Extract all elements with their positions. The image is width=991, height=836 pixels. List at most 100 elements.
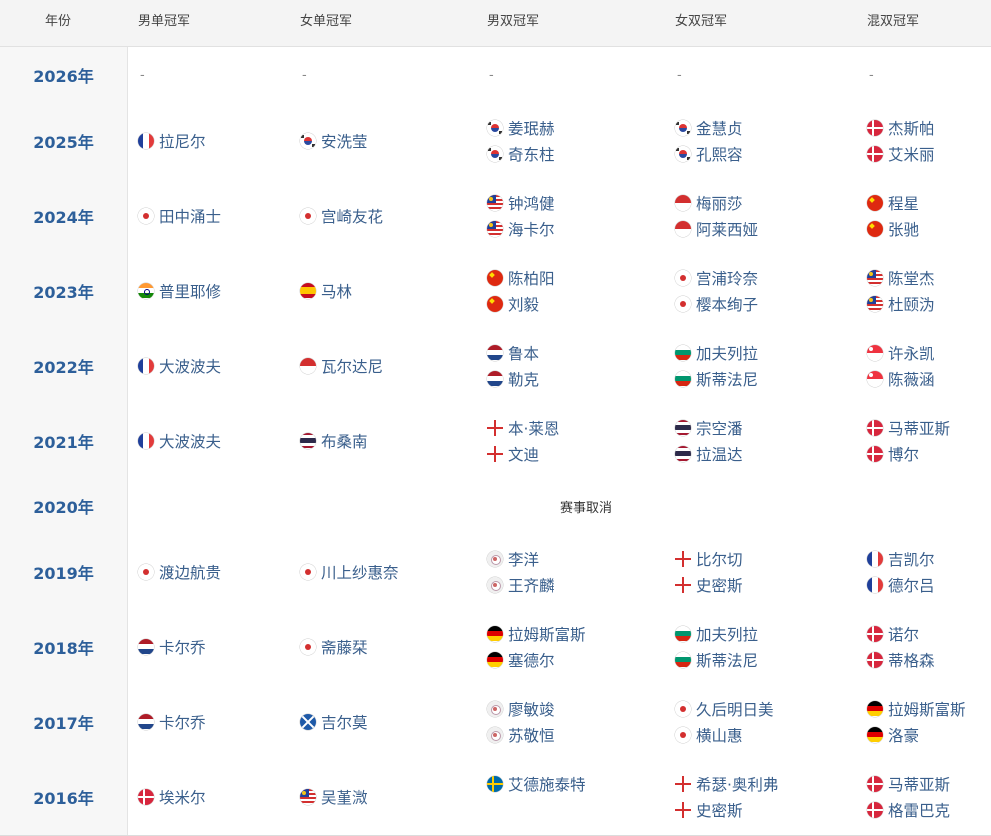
- player-name-link[interactable]: 渡边航贵: [159, 561, 221, 583]
- player-name-link[interactable]: 诺尔: [888, 623, 919, 645]
- player-name-link[interactable]: 卡尔乔: [159, 636, 206, 658]
- player-name-link[interactable]: 宫崎友花: [321, 205, 383, 227]
- player-name-link[interactable]: 马蒂亚斯: [888, 773, 950, 795]
- player-name-link[interactable]: 鲁本: [508, 342, 539, 364]
- player-name-link[interactable]: 史密斯: [696, 799, 743, 821]
- flag-ina-icon: [675, 194, 691, 211]
- player-name-link[interactable]: 加夫列拉: [696, 623, 758, 645]
- cell-womens-singles: 吴堇溦: [300, 759, 368, 835]
- player-name-link[interactable]: 陈柏阳: [508, 267, 555, 289]
- player-name-link[interactable]: 埃米尔: [159, 786, 206, 808]
- player-name-link[interactable]: 宗空潘: [696, 417, 743, 439]
- player-name-link[interactable]: 大波波夫: [159, 430, 221, 452]
- player-name-link[interactable]: 勒克: [508, 368, 539, 390]
- player-name-link[interactable]: 阿莱西娅: [696, 218, 758, 240]
- player-name-link[interactable]: 吉尔莫: [321, 711, 368, 733]
- player-name-link[interactable]: 史密斯: [696, 574, 743, 596]
- flag-eng-icon: [487, 419, 503, 436]
- player-entry: 奇东柱: [487, 141, 555, 167]
- player-name-link[interactable]: 斯蒂法尼: [696, 649, 758, 671]
- player-name-link[interactable]: 吉凯尔: [888, 548, 935, 570]
- player-name-link[interactable]: 李洋: [508, 548, 539, 570]
- year-label: 2019年: [33, 563, 94, 583]
- player-name-link[interactable]: 卡尔乔: [159, 711, 206, 733]
- player-name-link[interactable]: 陈薇涵: [888, 368, 935, 390]
- player-name-link[interactable]: 刘毅: [508, 293, 539, 315]
- player-name-link[interactable]: 杰斯帕: [888, 117, 935, 139]
- table-row: 2025年 拉尼尔 安洗莹 姜珉赫奇东柱 金慧贞孔熙容 杰斯帕艾米丽: [0, 103, 991, 179]
- player-name-link[interactable]: 本·莱恩: [508, 417, 559, 439]
- player-name-link[interactable]: 拉姆斯富斯: [508, 623, 586, 645]
- player-name-link[interactable]: 梅丽莎: [696, 192, 743, 214]
- table-row: 2018年 卡尔乔 斋藤栞 拉姆斯富斯 塞德尔 加夫列拉 斯蒂法尼 诺尔 蒂格森: [0, 609, 991, 685]
- player-name-link[interactable]: 久后明日美: [696, 698, 774, 720]
- player-name-link[interactable]: 苏敬恒: [508, 724, 555, 746]
- player-name-link[interactable]: 陈堂杰: [888, 267, 935, 289]
- player-name-link[interactable]: 拉尼尔: [159, 130, 206, 152]
- player-entry: 大波波夫: [138, 428, 221, 454]
- player-entry: 田中涌士: [138, 203, 221, 229]
- cell-mens-doubles: 姜珉赫 奇东柱: [487, 103, 555, 178]
- player-name-link[interactable]: 杜颐沩: [888, 293, 935, 315]
- player-name-link[interactable]: 王齐麟: [508, 574, 555, 596]
- player-name-link[interactable]: 斋藤栞: [321, 636, 368, 658]
- player-name-link[interactable]: 宫浦玲奈: [696, 267, 758, 289]
- player-name-link[interactable]: 希瑟·奥利弗: [696, 773, 778, 795]
- player-name-link[interactable]: 马蒂亚斯: [888, 417, 950, 439]
- player-name-link[interactable]: 金慧贞: [696, 117, 743, 139]
- player-name-link[interactable]: 普里耶修: [159, 280, 221, 302]
- player-name-link[interactable]: 川上纱惠奈: [321, 561, 399, 583]
- empty-dash: -: [302, 67, 307, 83]
- player-name-link[interactable]: 艾德施泰特: [508, 773, 586, 795]
- player-name-link[interactable]: 布桑南: [321, 430, 368, 452]
- flag-den-icon: [867, 802, 883, 818]
- player-name-link[interactable]: 孔熙容: [696, 143, 743, 165]
- player-name-link[interactable]: 奇东柱: [508, 143, 555, 165]
- player-name-link[interactable]: 钟鸿健: [508, 192, 555, 214]
- player-entry: 廖敏竣: [487, 696, 555, 722]
- flag-jpn-icon: [138, 207, 154, 224]
- player-entry: 拉尼尔: [138, 128, 206, 154]
- player-name-link[interactable]: 文迪: [508, 443, 539, 465]
- player-name-link[interactable]: 拉姆斯富斯: [888, 698, 966, 720]
- player-name-link[interactable]: 横山惠: [696, 724, 743, 746]
- player-name-link[interactable]: 格雷巴克: [888, 799, 950, 821]
- year-label: 2025年: [33, 132, 94, 152]
- cell-mixed-doubles: 马蒂亚斯 格雷巴克: [867, 759, 950, 835]
- year-cell: 2026年: [0, 47, 128, 103]
- player-name-link[interactable]: 程星: [888, 192, 919, 214]
- player-name-link[interactable]: 比尔切: [696, 548, 743, 570]
- player-name-link[interactable]: 洛豪: [888, 724, 919, 746]
- player-entry: 蒂格森: [867, 647, 935, 673]
- cell-mixed-doubles: -: [869, 47, 874, 103]
- player-name-link[interactable]: 蒂格森: [888, 649, 935, 671]
- player-name-link[interactable]: 博尔: [888, 443, 919, 465]
- flag-den-icon: [867, 145, 883, 162]
- player-name-link[interactable]: 德尔吕: [888, 574, 935, 596]
- player-name-link[interactable]: 姜珉赫: [508, 117, 555, 139]
- player-name-link[interactable]: 樱本绚子: [696, 293, 758, 315]
- year-cell: 2021年: [0, 403, 128, 478]
- player-name-link[interactable]: 海卡尔: [508, 218, 555, 240]
- player-name-link[interactable]: 许永凯: [888, 342, 935, 364]
- flag-mas-icon: [867, 295, 883, 312]
- cell-womens-doubles: 梅丽莎 阿莱西娅: [675, 178, 758, 253]
- player-name-link[interactable]: 艾米丽: [888, 143, 935, 165]
- player-name-link[interactable]: 马林: [321, 280, 352, 302]
- player-name-link[interactable]: 塞德尔: [508, 649, 555, 671]
- player-name-link[interactable]: 大波波夫: [159, 355, 221, 377]
- player-name-link[interactable]: 张驰: [888, 218, 919, 240]
- player-name-link[interactable]: 斯蒂法尼: [696, 368, 758, 390]
- player-name-link[interactable]: 廖敏竣: [508, 698, 555, 720]
- flag-eng-icon: [675, 802, 691, 818]
- player-name-link[interactable]: 加夫列拉: [696, 342, 758, 364]
- flag-bul-icon: [675, 344, 691, 361]
- player-name-link[interactable]: 拉温达: [696, 443, 743, 465]
- player-name-link[interactable]: 田中涌士: [159, 205, 221, 227]
- player-name-link[interactable]: 安洗莹: [321, 130, 368, 152]
- player-name-link[interactable]: 吴堇溦: [321, 786, 368, 808]
- year-cell: 2025年: [0, 103, 128, 178]
- player-entry: 鲁本: [487, 340, 539, 366]
- cell-womens-singles: 马林: [300, 253, 352, 328]
- player-name-link[interactable]: 瓦尔达尼: [321, 355, 383, 377]
